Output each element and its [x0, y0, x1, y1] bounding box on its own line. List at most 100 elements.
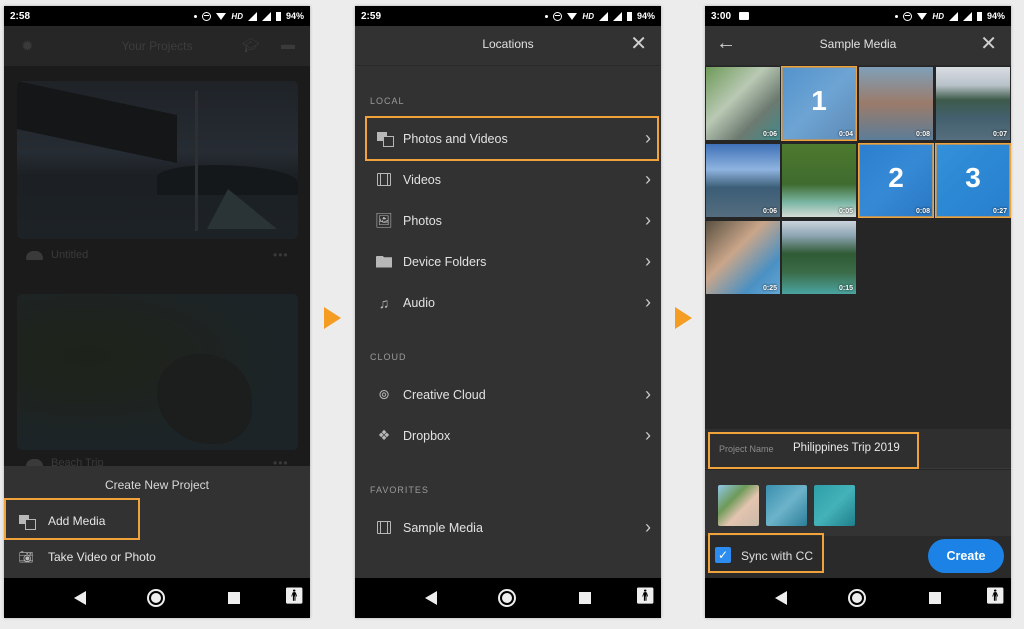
film-icon [377, 173, 391, 186]
location-label: Dropbox [403, 428, 451, 443]
nav-recents-icon[interactable] [929, 592, 941, 604]
project-thumbnail[interactable] [17, 294, 298, 450]
wifi-icon [216, 12, 227, 20]
status-time: 2:59 [361, 10, 382, 22]
media-duration: 0:06 [762, 131, 777, 138]
chevron-right-icon: › [645, 169, 651, 189]
signal-icon [247, 11, 257, 21]
selected-media-thumb[interactable] [718, 485, 759, 526]
nav-recents-icon[interactable] [228, 592, 240, 604]
nav-home-icon[interactable] [498, 589, 516, 607]
media-tile[interactable]: 0:06 [706, 67, 780, 140]
media-tile[interactable]: 0:06 [706, 144, 780, 217]
location-device-folders[interactable]: Device Folders › [365, 241, 657, 282]
media-duration: 0:27 [992, 208, 1007, 215]
media-tile[interactable]: 0:08 [859, 67, 933, 140]
wifi-icon [567, 12, 578, 20]
highlight-photos-and-videos [365, 116, 659, 161]
sample-media-header: ← Sample Media ✕ [705, 26, 1011, 66]
nav-back-icon[interactable] [74, 591, 86, 605]
location-label: Videos [403, 172, 441, 187]
thumbnail-sail [17, 81, 177, 164]
media-duration: 0:04 [838, 131, 853, 138]
locations-header: Locations ✕ [355, 26, 661, 66]
network-type: HD [582, 11, 594, 21]
project-thumbnail[interactable] [17, 81, 298, 239]
accessibility-icon[interactable]: 🚹︎ [985, 589, 1005, 605]
media-tile[interactable]: 0:25 [706, 221, 780, 294]
selection-number: 3 [965, 162, 981, 193]
creative-cloud-icon: ⊚ [378, 386, 390, 402]
thumbnail-boat [207, 189, 277, 229]
accessibility-icon[interactable]: 🚹︎ [284, 589, 304, 605]
media-tile[interactable]: 0:05 [782, 144, 856, 217]
accessibility-icon[interactable]: 🚹︎ [635, 589, 655, 605]
location-videos[interactable]: Videos › [365, 159, 657, 200]
location-audio[interactable]: ♫ Audio › [365, 282, 657, 323]
media-tile[interactable]: 3 0:27 [935, 143, 1011, 218]
more-options-icon[interactable]: ••• [273, 248, 289, 262]
step-arrow-icon [324, 307, 341, 329]
do-not-disturb-icon [202, 11, 212, 21]
nav-home-icon[interactable] [848, 589, 866, 607]
location-label: Sample Media [403, 520, 483, 535]
sheet-title: Create New Project [104, 478, 210, 492]
selection-number: 1 [811, 85, 827, 116]
feedback-icon[interactable]: ▬ [281, 36, 295, 52]
media-duration: 0:08 [915, 131, 930, 138]
signal-icon [598, 11, 608, 21]
selected-media-strip [705, 470, 1011, 536]
chevron-right-icon: › [645, 292, 651, 312]
battery-percent: 94% [285, 11, 304, 21]
nav-back-icon[interactable] [775, 591, 787, 605]
chevron-right-icon: › [645, 384, 651, 404]
selected-media-thumb[interactable] [814, 485, 855, 526]
nav-back-icon[interactable] [425, 591, 437, 605]
location-sample-media[interactable]: Sample Media › [365, 507, 657, 548]
media-tile[interactable]: 2 0:08 [858, 143, 934, 218]
network-type: HD [231, 11, 243, 21]
highlight-add-media [4, 498, 140, 540]
take-video-photo-button[interactable]: 📷︎ Take Video or Photo [4, 539, 310, 575]
gallery-notification-icon [739, 12, 750, 20]
film-icon [377, 521, 391, 534]
media-tile[interactable]: 1 0:04 [781, 66, 857, 141]
screen-sample-media: 3:00 HD 94% ← Sample Media ✕ 0:06 1 0:04… [705, 6, 1011, 618]
learn-icon[interactable]: 🎓︎ [242, 37, 260, 54]
project-title-row[interactable]: Untitled [26, 249, 88, 261]
section-label-favorites: FAVORITES [370, 485, 429, 495]
location-label: Creative Cloud [403, 387, 486, 402]
do-not-disturb-icon [903, 11, 913, 21]
battery-percent: 94% [636, 11, 655, 21]
location-dropbox[interactable]: ❖ Dropbox › [365, 415, 657, 456]
chevron-right-icon: › [645, 425, 651, 445]
android-nav-bar: 🚹︎ [705, 578, 1011, 618]
location-photos[interactable]: 🖼︎ Photos › [365, 200, 657, 241]
take-video-photo-label: Take Video or Photo [48, 550, 156, 564]
nav-home-icon[interactable] [147, 589, 165, 607]
create-button[interactable]: Create [928, 539, 1004, 573]
notification-dot-icon [545, 14, 549, 18]
android-nav-bar: 🚹︎ [4, 578, 310, 618]
battery-icon [626, 11, 632, 21]
status-time: 3:00 [711, 10, 732, 22]
nav-recents-icon[interactable] [579, 592, 591, 604]
project-name: Untitled [51, 249, 89, 261]
media-tile[interactable]: 0:07 [936, 67, 1010, 140]
media-duration: 0:08 [915, 208, 930, 215]
signal-icon [962, 11, 972, 21]
thumbnail-rock [157, 354, 252, 444]
status-time: 2:58 [10, 10, 31, 22]
selected-media-thumb[interactable] [766, 485, 807, 526]
close-icon[interactable]: ✕ [980, 33, 997, 55]
wifi-icon [917, 12, 928, 20]
media-tile[interactable]: 0:15 [782, 221, 856, 294]
highlight-project-name [708, 432, 919, 469]
selection-number: 2 [888, 162, 904, 193]
close-icon[interactable]: ✕ [630, 33, 647, 55]
location-creative-cloud[interactable]: ⊚ Creative Cloud › [365, 374, 657, 415]
page-title: Sample Media [819, 37, 897, 51]
dropbox-icon: ❖ [377, 427, 391, 443]
chevron-right-icon: › [645, 517, 651, 537]
battery-icon [275, 11, 281, 21]
